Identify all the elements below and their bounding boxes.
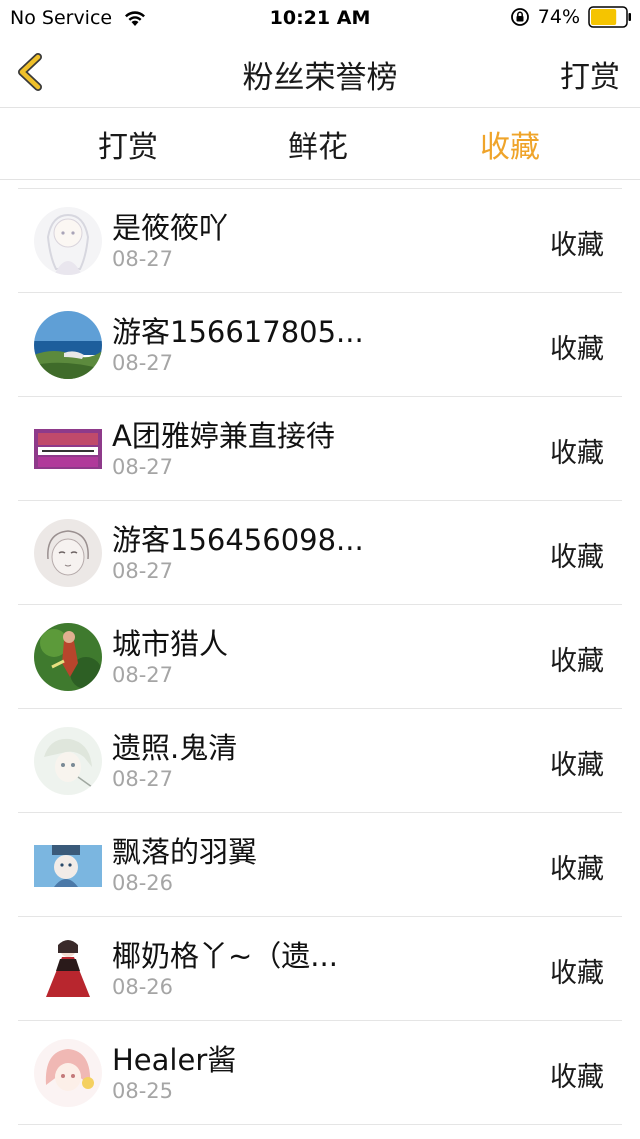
fan-date: 08-27 [112, 351, 174, 375]
fan-date: 08-26 [112, 975, 174, 999]
tab-bar: 打赏 鲜花 收藏 [0, 108, 640, 180]
fan-action: 收藏 [550, 542, 604, 573]
list-item[interactable]: Healer酱 08-25 收藏 [18, 1021, 622, 1125]
fan-action: 收藏 [550, 958, 604, 989]
fan-name: 遗照.鬼清 [112, 731, 238, 765]
battery-percent: 74% [537, 6, 580, 28]
fan-date: 08-27 [112, 663, 174, 687]
fan-list: 是筱筱吖 08-27 收藏 游客156617805... 08-27 收藏 A团… [18, 188, 622, 1125]
fan-name: 游客156456098... [112, 523, 364, 557]
fan-name: 是筱筱吖 [112, 211, 229, 245]
fan-action: 收藏 [550, 438, 604, 469]
list-item[interactable]: 椰奶格丫~（遗... 08-26 收藏 [18, 917, 622, 1021]
pale-anime-avatar [34, 727, 102, 795]
game-avatar [34, 623, 102, 691]
fan-name: 椰奶格丫~（遗... [112, 939, 338, 973]
reward-button[interactable]: 打赏 [560, 52, 620, 96]
tab-reward[interactable]: 打赏 [63, 122, 193, 166]
fan-action: 收藏 [550, 334, 604, 365]
fan-action: 收藏 [550, 750, 604, 781]
list-item[interactable]: 飘落的羽翼 08-26 收藏 [18, 813, 622, 917]
page-title: 粉丝荣誉榜 [242, 60, 398, 96]
fan-date: 08-27 [112, 455, 174, 479]
list-item[interactable]: 遗照.鬼清 08-27 收藏 [18, 709, 622, 813]
list-item[interactable]: 城市猎人 08-27 收藏 [18, 605, 622, 709]
tab-favorites[interactable]: 收藏 [445, 122, 575, 166]
list-item[interactable]: 游客156617805... 08-27 收藏 [18, 293, 622, 397]
seascape-avatar [34, 311, 102, 379]
red-dress-avatar [34, 935, 102, 1003]
fan-date: 08-27 [112, 247, 174, 271]
battery-icon [588, 6, 631, 28]
tab-flowers[interactable]: 鲜花 [253, 122, 383, 166]
list-item[interactable]: 游客156456098... 08-27 收藏 [18, 501, 622, 605]
fan-action: 收藏 [550, 1062, 604, 1093]
fan-name: Healer酱 [112, 1043, 237, 1077]
fan-date: 08-26 [112, 871, 174, 895]
fan-date: 08-25 [112, 1079, 174, 1103]
list-item[interactable]: 是筱筱吖 08-27 收藏 [18, 189, 622, 293]
fan-action: 收藏 [550, 230, 604, 261]
fan-date: 08-27 [112, 767, 174, 791]
fan-action: 收藏 [550, 854, 604, 885]
fan-action: 收藏 [550, 646, 604, 677]
fan-name: 城市猎人 [112, 627, 229, 661]
rotation-lock-icon [510, 8, 529, 26]
list-item[interactable]: A团雅婷兼直接待 08-27 收藏 [18, 397, 622, 501]
nav-bar: 粉丝荣誉榜 打赏 [0, 36, 640, 108]
fan-name: 飘落的羽翼 [112, 835, 258, 869]
banner-avatar [34, 415, 102, 483]
pink-hair-avatar [34, 1039, 102, 1107]
blue-anime-avatar [34, 831, 102, 899]
status-right: 74% [510, 6, 632, 28]
status-bar: No Service 10:21 AM 74% [0, 0, 640, 36]
fan-name: A团雅婷兼直接待 [112, 419, 335, 453]
anime-girl-avatar [34, 207, 102, 275]
fan-date: 08-27 [112, 559, 174, 583]
sketch-avatar [34, 519, 102, 587]
fan-name: 游客156617805... [112, 315, 364, 349]
